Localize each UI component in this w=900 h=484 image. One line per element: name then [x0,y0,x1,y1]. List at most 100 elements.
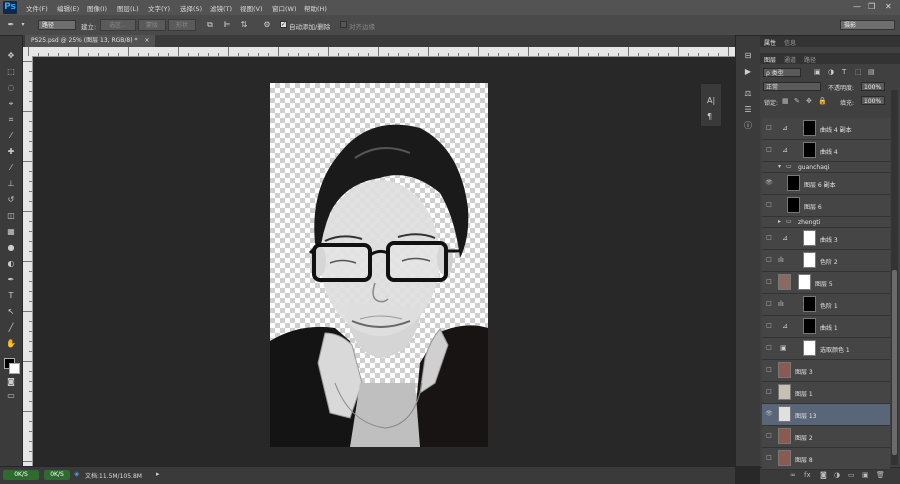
move-tool-icon[interactable]: ✥ [4,50,18,62]
layer-row[interactable]: □ ⊿ 曲线 3 [762,228,890,250]
clone-stamp-icon[interactable]: ⊥ [4,178,18,190]
restore-button[interactable]: ❐ [868,2,875,11]
healing-brush-icon[interactable]: ✚ [4,146,18,158]
new-group-icon[interactable]: ▭ [848,471,855,479]
visibility-toggle[interactable]: □ [765,322,773,330]
new-adjustment-icon[interactable]: ◑ [834,471,840,479]
layer-row[interactable]: □ 图层 6 [762,195,890,217]
properties-icon[interactable]: ☰ [742,104,754,116]
visibility-toggle[interactable]: □ [765,432,773,440]
menu-image[interactable]: 图像(I) [87,3,107,13]
visibility-toggle[interactable]: □ [765,388,773,396]
layer-row[interactable]: □ ⊿ 曲线 4 副本 [762,118,890,140]
tab-channels[interactable]: 通道 [784,55,796,64]
layer-row[interactable]: □ 图层 5 [762,272,890,294]
document-size-info[interactable]: 文档:11.5M/105.8M [85,471,142,480]
menu-select[interactable]: 选择(S) [180,3,202,13]
lock-all-icon[interactable]: 🔒 [818,97,827,105]
layer-name[interactable]: 曲线 1 [820,323,838,332]
lasso-tool-icon[interactable]: ◌ [4,82,18,94]
visibility-toggle[interactable]: □ [765,146,773,154]
layer-row[interactable]: □ 图层 3 [762,360,890,382]
status-menu-icon[interactable]: ▸ [156,470,160,478]
layer-row[interactable]: □ 图层 1 [762,382,890,404]
layer-name[interactable]: 曲线 3 [820,235,838,244]
path-selection-icon[interactable]: ↖ [4,306,18,318]
filter-smart-icon[interactable]: ▤ [868,68,875,76]
paragraph-panel-icon[interactable]: ¶ [707,112,712,121]
visibility-toggle[interactable]: □ [765,300,773,308]
menu-file[interactable]: 文件(F) [26,3,48,13]
layer-row[interactable]: □ ılı 色阶 1 [762,294,890,316]
layer-group-row[interactable]: ▸ ▭ zhengti [762,217,890,228]
screen-mode-icon[interactable]: ▭ [4,390,18,402]
layer-name[interactable]: 图层 2 [795,433,813,442]
quick-mask-icon[interactable]: ◙ [4,376,18,388]
document-canvas[interactable] [270,83,488,447]
group-name[interactable]: zhengti [798,219,820,226]
layer-row-selected[interactable]: 👁 图层 13 [762,404,890,426]
add-mask-icon[interactable]: ◙ [820,471,827,479]
visibility-toggle[interactable]: 👁 [765,179,773,187]
visibility-toggle[interactable]: □ [765,454,773,462]
close-button[interactable]: ✕ [885,2,892,11]
layer-row[interactable]: □ 图层 8 [762,448,890,470]
hand-tool-icon[interactable]: ✋ [4,338,18,350]
visibility-toggle[interactable]: 👁 [765,410,773,418]
eraser-tool-icon[interactable]: ◫ [4,210,18,222]
layer-kind-filter[interactable]: ρ 类型 [763,68,801,77]
layer-name[interactable]: 选取颜色 1 [820,345,850,354]
make-mask-button[interactable]: 蒙版 [138,19,166,31]
layer-row[interactable]: □ ⊿ 曲线 1 [762,316,890,338]
info-panel-icon[interactable]: ⓘ [742,120,754,132]
dodge-tool-icon[interactable]: ◐ [4,258,18,270]
layer-row[interactable]: □ 图层 2 [762,426,890,448]
opacity-input[interactable]: 100% [861,82,885,91]
lock-transparency-icon[interactable]: ▦ [782,97,789,105]
layer-name[interactable]: 图层 5 [815,279,833,288]
workspace-select[interactable]: 摄影 [840,20,895,30]
make-shape-button[interactable]: 形状 [168,19,196,31]
type-tool-icon[interactable]: T [4,290,18,302]
visibility-toggle[interactable]: □ [765,256,773,264]
gear-icon[interactable]: ⚙ [262,20,272,30]
visibility-toggle[interactable]: □ [765,124,773,132]
layer-name[interactable]: 色阶 1 [820,301,838,310]
layer-name[interactable]: 图层 6 副本 [804,180,836,189]
blur-tool-icon[interactable]: ● [4,242,18,254]
chevron-right-icon[interactable]: ▸ [778,218,781,225]
layer-name[interactable]: 图层 8 [795,455,813,464]
layer-name[interactable]: 图层 3 [795,367,813,376]
align-edges-checkbox[interactable] [340,21,347,28]
layer-style-icon[interactable]: fx [804,471,811,479]
layer-row[interactable]: □ ⊿ 曲线 4 [762,140,890,162]
menu-window[interactable]: 窗口(W) [272,3,297,13]
tab-layers[interactable]: 图层 [764,55,776,64]
delete-layer-icon[interactable]: 🗑 [876,471,885,479]
adjustments-icon[interactable]: ⚖ [742,88,754,100]
visibility-toggle[interactable]: □ [765,201,773,209]
chevron-down-icon[interactable]: ▾ [778,163,781,170]
fill-input[interactable]: 100% [861,96,885,105]
layer-name[interactable]: 色阶 2 [820,257,838,266]
background-color-swatch[interactable] [9,363,20,374]
layer-name[interactable]: 图层 6 [804,202,822,211]
link-layers-icon[interactable]: ∞ [790,471,796,479]
minimize-button[interactable]: — [853,2,861,11]
gradient-tool-icon[interactable]: ▦ [4,226,18,238]
layer-row[interactable]: □ ılı 色阶 2 [762,250,890,272]
visibility-toggle[interactable]: □ [765,366,773,374]
history-panel-icon[interactable]: ⊟ [742,50,754,62]
filter-pixel-icon[interactable]: ▣ [814,68,821,76]
filter-type-icon[interactable]: T [842,68,846,76]
tab-paths[interactable]: 路径 [804,55,816,64]
group-name[interactable]: guanchaqi [798,164,829,171]
eyedropper-tool-icon[interactable]: ⁄ [4,130,18,142]
layer-name[interactable]: 图层 13 [795,411,817,420]
quick-select-tool-icon[interactable]: ⌖ [4,98,18,110]
chevron-down-icon[interactable]: ▾ [18,20,28,30]
auto-add-delete-checkbox[interactable]: ✓ [280,21,287,28]
visibility-toggle[interactable]: □ [765,278,773,286]
layer-group-row[interactable]: ▾ ▭ guanchaqi [762,162,890,173]
marquee-tool-icon[interactable]: ⬚ [4,66,18,78]
